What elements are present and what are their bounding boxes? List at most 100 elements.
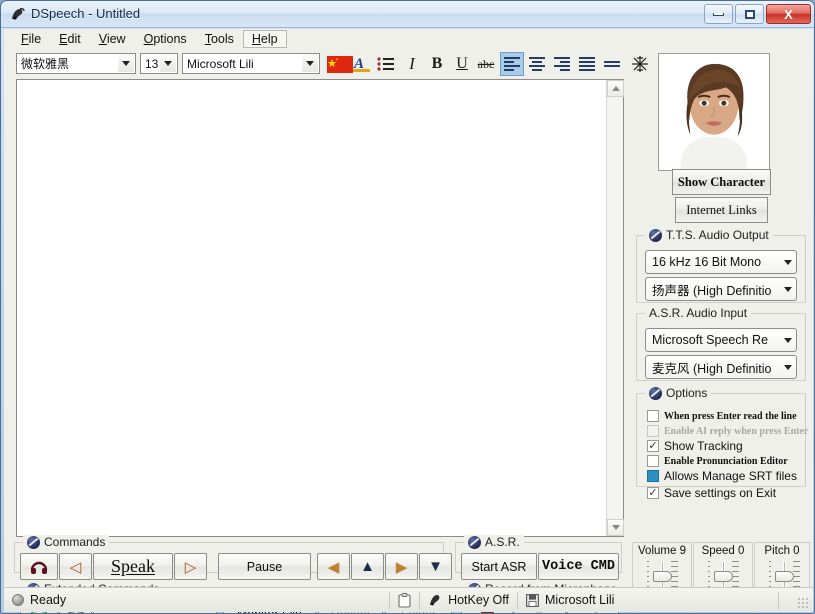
right-sidebar: Show Character Internet Links T.T.S. Aud… — [628, 49, 813, 537]
options-title-label: Options — [666, 386, 708, 400]
menu-item-options[interactable]: Options — [135, 30, 196, 48]
option-enter-read-line[interactable]: When press Enter read the line — [647, 410, 797, 422]
tts-format-value: 16 kHz 16 Bit Mono — [652, 255, 762, 269]
option-manage-srt[interactable]: Allows Manage SRT files — [647, 469, 797, 483]
asr-engine-dropdown[interactable]: Microsoft Speech Re — [645, 328, 797, 352]
bullet-list-icon[interactable] — [374, 52, 398, 76]
strikethrough-icon[interactable]: abc — [474, 52, 498, 76]
nav-up-button[interactable]: ▲ — [351, 553, 384, 580]
pause-button[interactable]: Pause — [218, 553, 311, 580]
tts-format-dropdown[interactable]: 16 kHz 16 Bit Mono — [645, 250, 797, 274]
bold-icon[interactable]: B — [425, 52, 449, 76]
horizontal-rule-icon[interactable] — [600, 52, 624, 76]
volume-label: Volume 9 — [638, 545, 686, 557]
menu-item-help[interactable]: Help — [242, 30, 287, 48]
asr-panel-title: A.S.R. — [464, 535, 524, 549]
nav-back-button[interactable]: ◀ — [317, 553, 350, 580]
option-label: When press Enter read the line — [664, 410, 797, 422]
close-button[interactable]: X — [766, 4, 811, 24]
asr-device-value: 麦克风 (High Definitio — [652, 361, 772, 376]
voice-cell[interactable]: Microsoft Lili — [518, 588, 778, 612]
speak-next-button[interactable]: ▷ — [174, 553, 207, 580]
chevron-down-icon[interactable] — [784, 356, 792, 378]
font-size-combo[interactable]: 13 — [140, 53, 178, 74]
voice-cmd-button[interactable]: Voice CMD — [538, 553, 619, 580]
scroll-up-icon[interactable] — [607, 80, 624, 97]
speed-label: Speed 0 — [701, 545, 745, 557]
chevron-down-icon[interactable] — [784, 251, 792, 273]
align-center-icon[interactable] — [525, 52, 549, 76]
chevron-down-icon[interactable] — [160, 55, 176, 72]
checkbox-icon[interactable] — [647, 455, 659, 467]
chevron-down-icon[interactable] — [784, 329, 792, 351]
voice-combo[interactable]: Microsoft Lili — [182, 53, 320, 74]
align-justify-icon[interactable] — [575, 52, 599, 76]
start-asr-button[interactable]: Start ASR — [461, 553, 537, 580]
tts-audio-output-group: T.T.S. Audio Output 16 kHz 16 Bit Mono 扬… — [636, 228, 806, 303]
option-save-settings-on-exit[interactable]: ✓ Save settings on Exit — [647, 486, 776, 500]
speak-prev-button[interactable]: ◁ — [59, 553, 92, 580]
underline-icon[interactable]: U — [450, 52, 474, 76]
speed-thumb[interactable] — [714, 571, 733, 582]
menu-label-tools: ools — [210, 32, 234, 46]
option-label: Enable Pronunciation Editor — [664, 455, 788, 467]
volume-thumb[interactable] — [653, 571, 672, 582]
clipboard-cell[interactable] — [390, 588, 419, 612]
asr-group-title: A.S.R. Audio Input — [645, 306, 752, 320]
resize-grip[interactable] — [797, 597, 809, 609]
menu-item-tools[interactable]: Tools — [196, 30, 243, 48]
window-controls: X — [704, 4, 811, 24]
no-entry-icon — [649, 228, 662, 242]
show-character-button[interactable]: Show Character — [672, 169, 771, 195]
font-color-icon[interactable]: A — [350, 52, 374, 76]
pitch-ticks — [793, 561, 801, 597]
hotkey-icon — [430, 594, 440, 605]
chevron-down-icon[interactable] — [784, 278, 792, 300]
menu-item-file[interactable]: File — [12, 30, 50, 48]
option-label: Save settings on Exit — [664, 486, 777, 500]
menu-item-view[interactable]: View — [90, 30, 135, 48]
option-ai-reply: Enable AI reply when press Enter — [647, 425, 808, 437]
checkbox-filled-icon[interactable] — [647, 470, 659, 482]
text-editor[interactable] — [16, 79, 624, 537]
italic-icon[interactable]: I — [400, 52, 424, 76]
align-left-icon[interactable] — [500, 52, 524, 76]
pitch-thumb[interactable] — [775, 571, 794, 582]
option-pronunciation-editor[interactable]: Enable Pronunciation Editor — [647, 455, 788, 467]
no-entry-icon — [649, 386, 662, 400]
title-bar: DSpeech - Untitled X — [1, 1, 814, 28]
tts-device-dropdown[interactable]: 扬声器 (High Definitio — [645, 277, 797, 301]
font-family-combo[interactable]: 微软雅黑 — [16, 53, 136, 74]
volume-ticks — [671, 561, 679, 597]
hotkey-text: HotKey Off — [448, 593, 509, 607]
hotkey-cell[interactable]: HotKey Off — [420, 588, 517, 612]
minimize-button[interactable] — [704, 4, 733, 24]
asr-device-dropdown[interactable]: 麦克风 (High Definitio — [645, 355, 797, 379]
headphones-icon — [30, 561, 48, 574]
editor-content[interactable] — [17, 80, 605, 536]
checkbox-checked-icon[interactable]: ✓ — [647, 487, 659, 499]
character-avatar[interactable] — [658, 53, 770, 171]
status-text: Ready — [30, 593, 67, 607]
scroll-down-icon[interactable] — [607, 519, 624, 536]
editor-scrollbar[interactable] — [606, 80, 624, 536]
nav-forward-button[interactable]: ▶ — [385, 553, 418, 580]
maximize-button[interactable] — [735, 4, 764, 24]
internet-links-button[interactable]: Internet Links — [675, 197, 768, 223]
headphones-button[interactable] — [20, 553, 58, 580]
nav-down-button[interactable]: ▼ — [419, 553, 452, 580]
speak-button[interactable]: Speak — [93, 553, 173, 580]
clipboard-icon — [398, 592, 411, 608]
option-label: Show Tracking — [664, 439, 743, 453]
option-show-tracking[interactable]: ✓ Show Tracking — [647, 439, 743, 453]
checkbox-icon — [647, 425, 659, 437]
checkbox-checked-icon[interactable]: ✓ — [647, 440, 659, 452]
menu-item-edit[interactable]: Edit — [50, 30, 90, 48]
commands-panel: Commands ◁ Speak ▷ Pause ◀ ▲ ▶ ▼ — [14, 535, 452, 580]
checkbox-icon[interactable] — [647, 410, 659, 422]
chevron-down-icon[interactable] — [118, 55, 134, 72]
align-right-icon[interactable] — [550, 52, 574, 76]
chevron-down-icon[interactable] — [302, 55, 318, 72]
menu-label-options: ptions — [153, 32, 187, 46]
tts-title-label: T.T.S. Audio Output — [666, 228, 769, 242]
